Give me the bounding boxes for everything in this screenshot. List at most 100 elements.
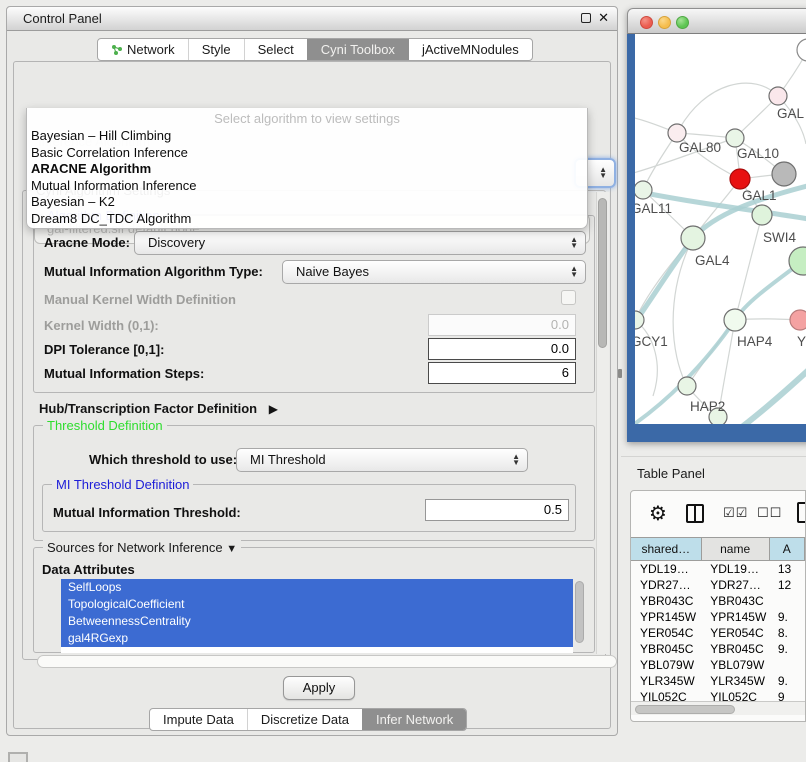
settings-vscrollbar-thumb[interactable] bbox=[598, 198, 607, 348]
node-table: shared…nameA YDL19…YDL19…13YDR27…YDR27…1… bbox=[631, 537, 805, 705]
combo-stepper-icon: ▲▼ bbox=[570, 266, 578, 278]
combo-stepper-icon: ▲▼ bbox=[599, 167, 607, 179]
table-cell: YLR345W bbox=[631, 673, 701, 689]
table-panel-title: Table Panel bbox=[637, 466, 705, 481]
node-label: GAL11 bbox=[635, 201, 672, 216]
tab-style[interactable]: Style bbox=[188, 39, 244, 60]
sources-legend[interactable]: Sources for Network Inference ▼ bbox=[43, 540, 241, 555]
deselect-all-checkboxes-icon[interactable]: ☐☐ bbox=[757, 505, 782, 521]
network-node[interactable] bbox=[724, 309, 746, 331]
hub-definition-label: Hub/Transcription Factor Definition bbox=[39, 401, 257, 416]
tab-label: Style bbox=[202, 42, 231, 57]
attribute-list-item[interactable]: SelfLoops bbox=[61, 579, 573, 596]
node-label: GAL bbox=[777, 106, 805, 121]
apply-button[interactable]: Apply bbox=[283, 676, 355, 700]
network-node[interactable] bbox=[726, 129, 744, 147]
network-node[interactable] bbox=[635, 181, 652, 199]
network-canvas[interactable]: GALGAL80GAL10GAL1GAL11SWI4GAL4GCY1HAP4YH… bbox=[635, 34, 806, 424]
table-cell: YPR145W bbox=[701, 609, 769, 625]
document-icon[interactable] bbox=[797, 502, 806, 523]
table-column-header[interactable]: A bbox=[769, 537, 805, 561]
combo-stepper-icon: ▲▼ bbox=[570, 237, 578, 249]
algorithm-option[interactable]: Dream8 DC_TDC Algorithm bbox=[27, 211, 587, 228]
threshold-definition-legend: Threshold Definition bbox=[43, 418, 167, 433]
control-panel-title: Control Panel bbox=[23, 11, 102, 26]
table-row[interactable]: YDL19…YDL19…13 bbox=[631, 561, 805, 577]
attribute-list-item[interactable]: gal4RGexp bbox=[61, 630, 573, 647]
dpi-tolerance-field[interactable]: 0.0 bbox=[428, 338, 576, 360]
gear-icon[interactable]: ⚙ bbox=[649, 501, 667, 526]
table-cell: 9. bbox=[769, 609, 805, 625]
bottom-tab-label: Impute Data bbox=[163, 712, 234, 727]
column-layout-icon[interactable] bbox=[686, 504, 704, 523]
network-node[interactable] bbox=[730, 169, 750, 189]
algorithm-option[interactable]: Mutual Information Inference bbox=[27, 178, 587, 195]
select-all-checkboxes-icon[interactable]: ☑☑ bbox=[723, 505, 748, 521]
settings-hscrollbar[interactable] bbox=[37, 655, 617, 668]
table-cell: YBR045C bbox=[701, 641, 769, 657]
node-label: GAL4 bbox=[695, 253, 730, 268]
zoom-window-icon[interactable] bbox=[676, 16, 689, 29]
collapse-down-icon: ▼ bbox=[226, 543, 237, 555]
close-panel-icon[interactable]: ✕ bbox=[598, 10, 609, 26]
algorithm-option[interactable]: Basic Correlation Inference bbox=[27, 145, 587, 162]
table-cell: YPR145W bbox=[631, 609, 701, 625]
algorithm-popup-prompt: Select algorithm to view settings bbox=[27, 111, 587, 128]
close-window-icon[interactable] bbox=[640, 16, 653, 29]
attribute-list-item[interactable]: TopologicalCoefficient bbox=[61, 596, 573, 613]
network-node[interactable] bbox=[752, 205, 772, 225]
table-row[interactable]: YDR27…YDR27…12 bbox=[631, 577, 805, 593]
mi-steps-field[interactable]: 6 bbox=[428, 362, 576, 384]
table-panel-divider bbox=[621, 456, 806, 457]
mi-type-combo[interactable]: Naive Bayes ▲▼ bbox=[282, 260, 586, 284]
tab-label: jActiveMNodules bbox=[422, 42, 519, 57]
node-label: GAL1 bbox=[742, 188, 777, 203]
attribute-list-scrollbar[interactable] bbox=[575, 581, 584, 643]
bottom-tab-impute-data[interactable]: Impute Data bbox=[150, 709, 247, 730]
hub-definition-toggle[interactable]: Hub/Transcription Factor Definition ▶ bbox=[39, 401, 278, 416]
dpi-tolerance-label: DPI Tolerance [0,1]: bbox=[44, 342, 164, 357]
table-row[interactable]: YBR043CYBR043C bbox=[631, 593, 805, 609]
network-node[interactable] bbox=[797, 39, 806, 61]
table-row[interactable]: YBL079WYBL079W bbox=[631, 657, 805, 673]
bottom-tab-infer-network[interactable]: Infer Network bbox=[362, 709, 466, 730]
table-cell: YDR27… bbox=[701, 577, 769, 593]
expand-right-icon: ▶ bbox=[269, 402, 278, 416]
manual-kernel-checkbox[interactable] bbox=[561, 290, 576, 305]
tab-jactivemnodules[interactable]: jActiveMNodules bbox=[408, 39, 532, 60]
which-threshold-combo[interactable]: MI Threshold ▲▼ bbox=[236, 448, 528, 472]
network-node[interactable] bbox=[678, 377, 696, 395]
table-column-header[interactable]: name bbox=[701, 537, 770, 561]
table-row[interactable]: YLR345WYLR345W9. bbox=[631, 673, 805, 689]
minimized-panel-icon[interactable] bbox=[8, 752, 28, 762]
table-row[interactable]: YER054CYER054C8. bbox=[631, 625, 805, 641]
network-window-titlebar[interactable] bbox=[627, 8, 806, 34]
tab-cyni-toolbox[interactable]: Cyni Toolbox bbox=[307, 39, 408, 60]
kernel-width-field[interactable]: 0.0 bbox=[428, 314, 576, 336]
minimize-window-icon[interactable] bbox=[658, 16, 671, 29]
network-node[interactable] bbox=[790, 310, 806, 330]
table-cell: 9. bbox=[769, 641, 805, 657]
network-node[interactable] bbox=[681, 226, 705, 250]
tab-network[interactable]: Network bbox=[98, 39, 188, 60]
table-hscrollbar-thumb[interactable] bbox=[635, 705, 735, 714]
algorithm-option[interactable]: Bayesian – Hill Climbing bbox=[27, 128, 587, 145]
network-node[interactable] bbox=[772, 162, 796, 186]
aracne-mode-combo[interactable]: Discovery ▲▼ bbox=[134, 231, 586, 255]
table-column-header[interactable]: shared… bbox=[630, 537, 702, 561]
tab-select[interactable]: Select bbox=[244, 39, 307, 60]
table-hscrollbar[interactable] bbox=[631, 701, 805, 715]
algorithm-option[interactable]: ARACNE Algorithm bbox=[27, 161, 587, 178]
split-pane-handle[interactable] bbox=[618, 369, 622, 378]
network-view-frame: GALGAL80GAL10GAL1GAL11SWI4GAL4GCY1HAP4YH… bbox=[627, 34, 806, 442]
attribute-list-item[interactable]: BetweennessCentrality bbox=[61, 613, 573, 630]
bottom-tab-label: Discretize Data bbox=[261, 712, 349, 727]
table-row[interactable]: YBR045CYBR045C9. bbox=[631, 641, 805, 657]
bottom-tab-discretize-data[interactable]: Discretize Data bbox=[247, 709, 362, 730]
algorithm-option[interactable]: Bayesian – K2 bbox=[27, 194, 587, 211]
table-row[interactable]: YPR145WYPR145W9. bbox=[631, 609, 805, 625]
float-panel-icon[interactable] bbox=[581, 13, 591, 23]
mi-threshold-field[interactable]: 0.5 bbox=[425, 499, 569, 521]
mi-threshold-group: MI Threshold Definition Mutual Informati… bbox=[42, 484, 576, 532]
network-node[interactable] bbox=[769, 87, 787, 105]
